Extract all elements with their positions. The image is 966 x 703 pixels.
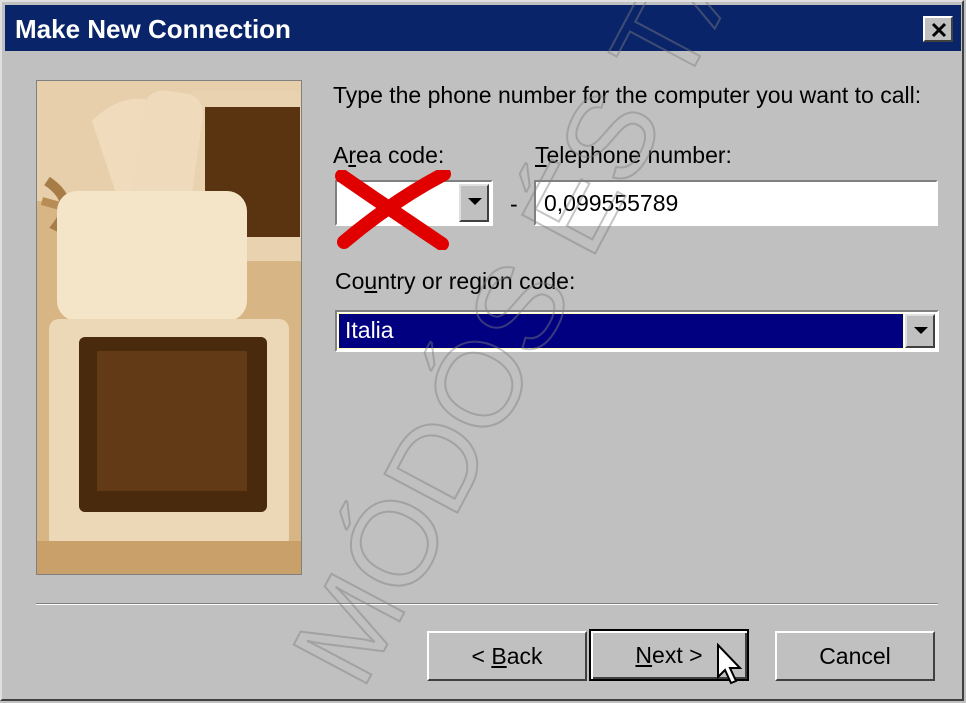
area-code-label: Area code: <box>333 142 445 168</box>
back-access-key: B <box>491 642 507 669</box>
back-label: ack <box>506 642 543 669</box>
area-code-dropdown-button[interactable] <box>459 184 489 222</box>
chevron-down-icon <box>914 327 928 334</box>
back-button[interactable]: < Back <box>427 631 587 681</box>
window-title: Make New Connection <box>15 14 291 44</box>
next-access-key: N <box>635 641 653 668</box>
red-cross-annotation-icon <box>335 170 451 250</box>
close-icon <box>931 22 947 38</box>
title-bar[interactable]: Make New Connection <box>5 5 961 51</box>
divider <box>36 603 938 605</box>
phone-separator: - <box>510 191 518 217</box>
next-label: ext > <box>652 641 703 668</box>
country-dropdown-button[interactable] <box>905 314 935 348</box>
cancel-button[interactable]: Cancel <box>775 631 935 681</box>
back-prefix: < <box>471 642 492 669</box>
chevron-down-icon <box>468 198 482 205</box>
telephone-number-input[interactable]: 0,099555789 <box>534 180 938 226</box>
make-new-connection-dialog: Make New Connection Type the phone numbe… <box>0 0 964 702</box>
country-selected-value: Italia <box>338 313 904 349</box>
mouse-cursor-icon <box>717 643 742 685</box>
telephone-number-value: 0,099555789 <box>544 190 679 216</box>
country-region-label: Country or region code: <box>335 268 576 294</box>
country-region-select[interactable]: Italia <box>335 310 939 352</box>
wizard-illustration <box>36 80 302 575</box>
close-button[interactable] <box>923 16 953 42</box>
telephone-number-label: Telephone number: <box>535 142 732 168</box>
instructions-text: Type the phone number for the computer y… <box>333 82 922 108</box>
